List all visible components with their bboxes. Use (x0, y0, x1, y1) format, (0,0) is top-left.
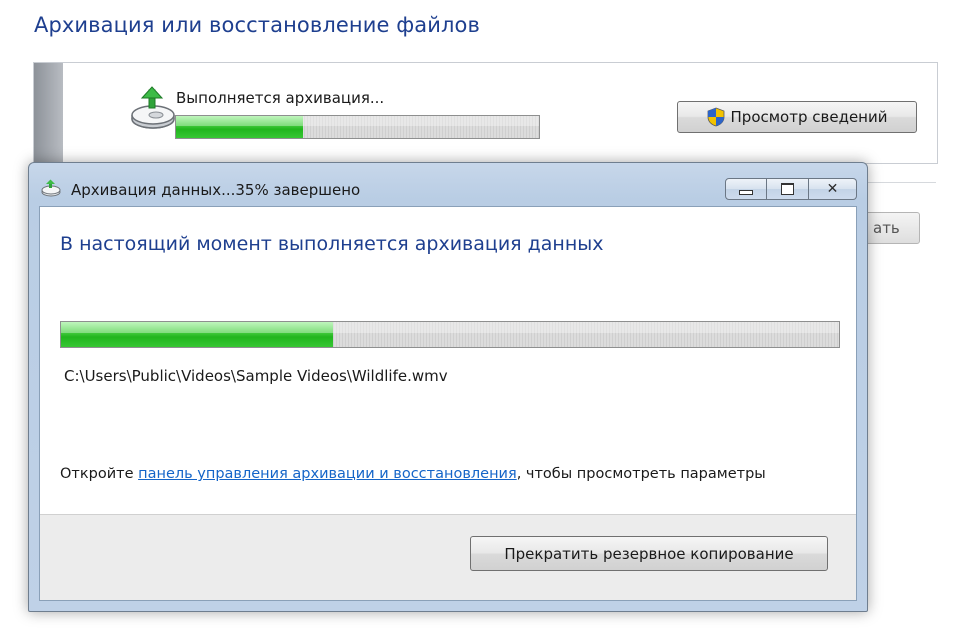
minimize-icon (739, 189, 753, 195)
page-title: Архивация или восстановление файлов (34, 13, 480, 37)
close-icon: ✕ (826, 181, 839, 197)
stop-backup-label: Прекратить резервное копирование (504, 544, 794, 563)
uac-shield-icon (707, 107, 724, 127)
dialog-footer: Прекратить резервное копирование (40, 514, 856, 600)
partially-hidden-button-label: ать (873, 219, 900, 237)
backup-drive-icon (131, 86, 175, 129)
dialog-progress-bar (60, 321, 840, 348)
dialog-title: Архивация данных...35% завершено (71, 181, 361, 199)
maximize-icon (781, 183, 794, 195)
dialog-titlebar[interactable]: Архивация данных...35% завершено ✕ (29, 163, 867, 203)
stop-backup-button[interactable]: Прекратить резервное копирование (470, 536, 828, 571)
backup-app-icon (41, 179, 61, 197)
close-button[interactable]: ✕ (809, 178, 857, 200)
maximize-button[interactable] (767, 178, 809, 200)
dialog-content: В настоящий момент выполняется архивация… (39, 206, 857, 601)
backup-status-panel: Выполняется архивация... Просмотр сведен… (33, 62, 938, 164)
backup-progress-bar (175, 115, 540, 139)
panel-side-strip (34, 63, 63, 163)
window-controls: ✕ (725, 178, 857, 200)
view-details-button[interactable]: Просмотр сведений (677, 101, 917, 133)
backup-progress-dialog: Архивация данных...35% завершено ✕ В нас… (28, 162, 868, 612)
info-prefix: Откройте (60, 466, 139, 482)
dialog-heading: В настоящий момент выполняется архивация… (60, 233, 604, 255)
info-suffix: , чтобы просмотреть параметры (516, 466, 766, 482)
backup-control-panel-link[interactable]: панель управления архивации и восстановл… (138, 466, 517, 482)
minimize-button[interactable] (725, 178, 767, 200)
backup-status-text: Выполняется архивация... (176, 89, 385, 107)
current-file-path: C:\Users\Public\Videos\Sample Videos\Wil… (64, 367, 448, 385)
info-text: Откройте панель управления архивации и в… (60, 466, 766, 482)
view-details-label: Просмотр сведений (730, 108, 888, 126)
